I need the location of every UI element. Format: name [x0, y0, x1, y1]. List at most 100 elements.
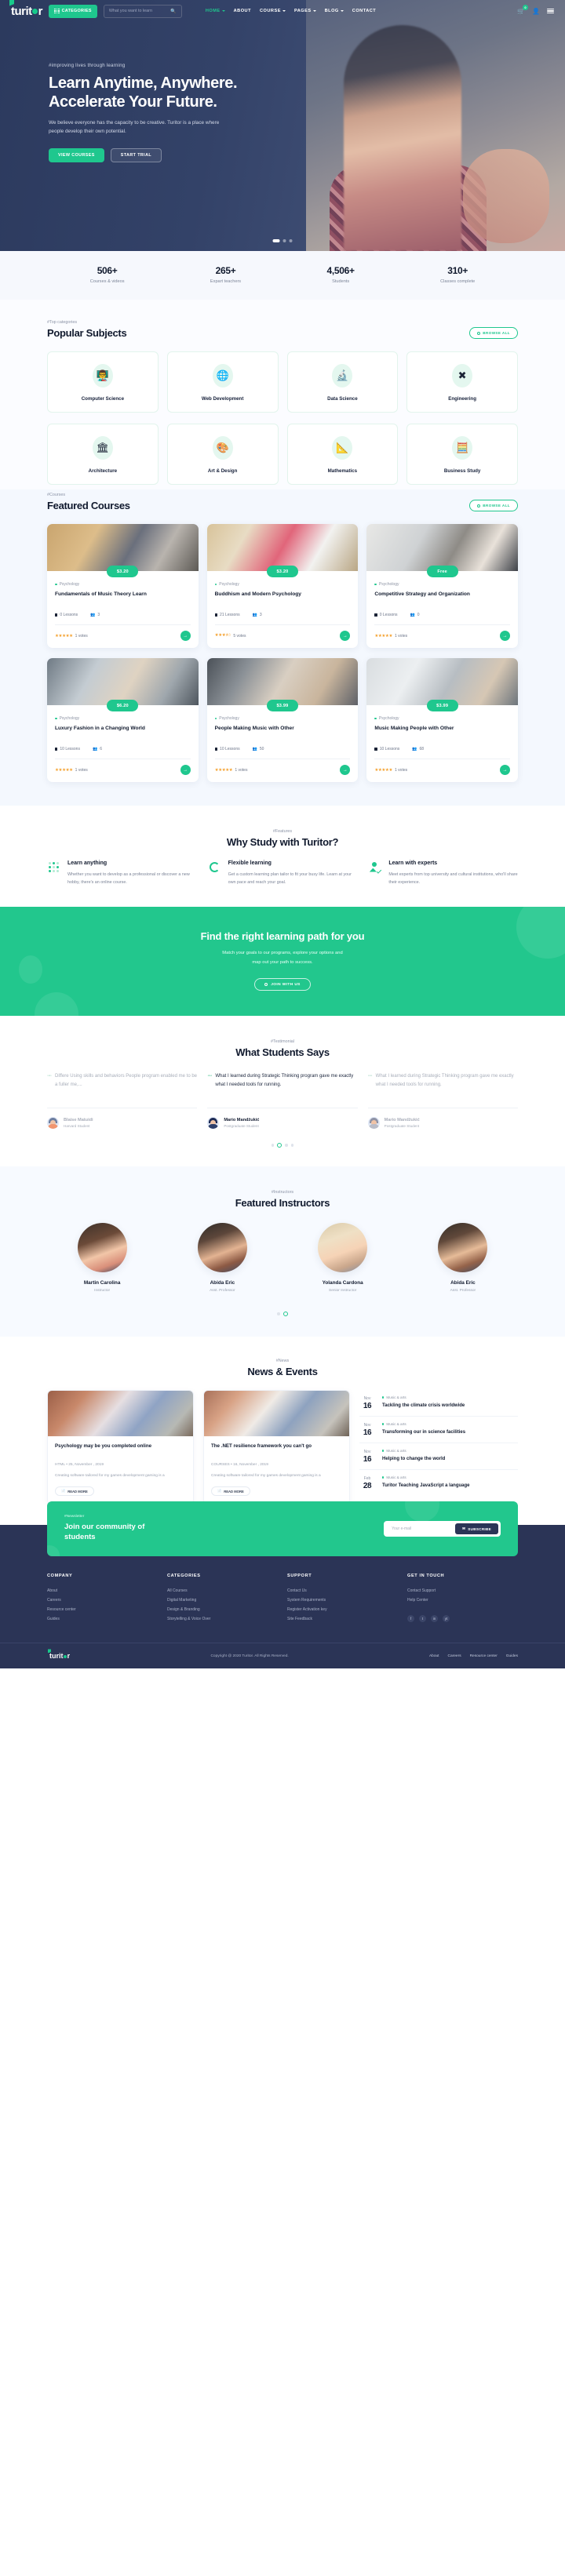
footer-link[interactable]: Design & Branding: [167, 1606, 278, 1615]
expert-user-check-icon: [368, 860, 382, 874]
ring-icon: [477, 504, 481, 508]
footer-link[interactable]: Resource center: [47, 1606, 158, 1615]
subject-card[interactable]: 🏛 Architecture: [47, 424, 159, 485]
subject-card[interactable]: ✖ Engineering: [406, 351, 518, 413]
footer-link[interactable]: Storytelling & Voice Over: [167, 1615, 278, 1625]
architecture-icon: 🏛: [92, 436, 113, 460]
footer-link[interactable]: Contact Support: [407, 1587, 518, 1596]
course-arrow-icon[interactable]: →: [500, 631, 510, 641]
course-card[interactable]: $6.20 Psychology Luxury Fashion in a Cha…: [47, 658, 199, 782]
stars-icon: ★★★⯨☆: [214, 633, 231, 638]
user-account-icon[interactable]: 👤: [532, 8, 540, 15]
page-title: Learn Anytime, Anywhere. Accelerate Your…: [49, 75, 314, 111]
logo-text-start: turit: [11, 4, 32, 18]
subscribe-button[interactable]: ✉ SUBSCRIBE: [455, 1523, 498, 1535]
course-arrow-icon[interactable]: →: [180, 631, 191, 641]
dots-icon: [47, 860, 60, 874]
search-input[interactable]: [108, 9, 171, 13]
footer-link[interactable]: Register Activation key: [287, 1606, 398, 1615]
hero-title-line1: Learn Anytime, Anywhere.: [49, 75, 238, 92]
cart-icon[interactable]: 🛒 0: [517, 4, 529, 15]
twitter-icon[interactable]: t: [419, 1614, 426, 1622]
browse-label: BROWSE ALL: [483, 504, 510, 508]
instructor-card[interactable]: Abida Eric Asst. Professor: [408, 1223, 518, 1293]
footer-link[interactable]: Help Center: [407, 1596, 518, 1606]
join-with-us-button[interactable]: JOIN WITH US: [254, 978, 311, 991]
categories-button[interactable]: CATEGORIES: [49, 4, 97, 18]
course-arrow-icon[interactable]: →: [180, 765, 191, 775]
subject-card[interactable]: 🌐 Web Development: [166, 351, 279, 413]
course-arrow-icon[interactable]: →: [340, 631, 351, 641]
course-arrow-icon[interactable]: →: [500, 765, 510, 775]
footer-link[interactable]: Digital Marketing: [167, 1596, 278, 1606]
computer-science-icon: 👨‍🏫: [92, 364, 113, 387]
course-arrow-icon[interactable]: →: [340, 765, 351, 775]
footer-bottom-link[interactable]: Resource center: [470, 1654, 498, 1658]
main-nav: HOME ABOUT COURSE PAGES BLOG CONTACT: [206, 9, 376, 13]
search-box[interactable]: 🔍: [103, 4, 182, 18]
hero-carousel-dots[interactable]: [272, 239, 293, 242]
news-thumbnail: [204, 1391, 350, 1437]
nav-item-about[interactable]: ABOUT: [234, 9, 251, 13]
email-field[interactable]: [386, 1526, 456, 1532]
subscribe-form: ✉ SUBSCRIBE: [384, 1521, 501, 1537]
subject-card[interactable]: 🔬 Data Science: [286, 351, 399, 413]
course-card[interactable]: $3.20 Psychology Buddhism and Modern Psy…: [206, 524, 359, 648]
event-title: Tackling the climate crisis worldwide: [382, 1403, 465, 1409]
web-development-icon: 🌐: [212, 364, 233, 387]
footer-link[interactable]: Site Feedback: [287, 1615, 398, 1625]
nav-item-home[interactable]: HOME: [206, 9, 225, 13]
linkedin-icon[interactable]: in: [431, 1614, 438, 1622]
event-item[interactable]: Nov 16 Music & arts Tackling the climate …: [359, 1390, 518, 1416]
testimonial-carousel-dots[interactable]: [47, 1143, 518, 1148]
subject-card[interactable]: 🧮 Business Study: [406, 424, 518, 485]
instructor-carousel-dots[interactable]: [47, 1312, 518, 1317]
footer-link[interactable]: Careers: [47, 1596, 158, 1606]
cta-text: Match your goals to our programs, explor…: [222, 951, 343, 965]
search-icon[interactable]: 🔍: [170, 9, 176, 14]
footer-bottom-link[interactable]: Guides: [506, 1654, 518, 1658]
nav-item-contact[interactable]: CONTACT: [352, 9, 376, 13]
footer-bottom-link[interactable]: About: [429, 1654, 439, 1658]
news-card[interactable]: The .NET resilience framework you can't …: [203, 1390, 351, 1505]
view-courses-button[interactable]: VIEW COURSES: [49, 147, 104, 162]
course-card[interactable]: $3.20 Psychology Fundamentals of Music T…: [47, 524, 199, 648]
course-category: Psychology: [374, 716, 510, 721]
event-item[interactable]: Feb 28 Music & arts Turitor Teaching Java…: [359, 1469, 518, 1496]
instructor-card[interactable]: Yolanda Cardona Senior Instructor: [288, 1223, 398, 1293]
browse-all-courses-button[interactable]: BROWSE ALL: [469, 500, 518, 511]
course-card[interactable]: $3.99 Psychology People Making Music wit…: [206, 658, 359, 782]
menu-icon[interactable]: [547, 8, 554, 14]
subjects-grid: 👨‍🏫 Computer Science 🌐 Web Development 🔬 Da…: [47, 351, 518, 485]
nav-item-blog[interactable]: BLOG: [325, 9, 344, 13]
instructor-card[interactable]: Martin Carolina Instructor: [47, 1223, 157, 1293]
footer-link[interactable]: System Requirements: [287, 1596, 398, 1606]
read-more-button[interactable]: 📄 READ MORE: [211, 1486, 250, 1497]
subject-card[interactable]: 🎨 Art & Design: [166, 424, 279, 485]
start-trial-button[interactable]: START TRIAL: [110, 147, 162, 162]
course-thumbnail: $3.99: [206, 658, 359, 711]
browse-all-subjects-button[interactable]: BROWSE ALL: [469, 327, 518, 339]
footer-logo[interactable]: turit r: [47, 1649, 70, 1660]
facebook-icon[interactable]: f: [407, 1614, 414, 1622]
subject-card[interactable]: 📐 Mathematics: [286, 424, 399, 485]
nav-item-course[interactable]: COURSE: [260, 9, 286, 13]
news-card[interactable]: Psychology may be you completed online H…: [47, 1390, 194, 1505]
course-card[interactable]: Free Psychology Competitive Strategy and…: [366, 524, 518, 648]
instructor-card[interactable]: Abida Eric Asst. Professor: [167, 1223, 277, 1293]
event-item[interactable]: Nov 16 Music & arts Transforming our in s…: [359, 1416, 518, 1443]
data-science-icon: 🔬: [332, 364, 353, 387]
course-card[interactable]: $3.99 Psychology Music Making People wit…: [366, 658, 518, 782]
footer-link[interactable]: Guides: [47, 1615, 158, 1625]
subject-card[interactable]: 👨‍🏫 Computer Science: [47, 351, 159, 413]
youtube-icon[interactable]: yt: [443, 1614, 450, 1622]
doc-icon: 📄: [217, 1489, 222, 1494]
footer-link[interactable]: All Courses: [167, 1587, 278, 1596]
footer-bottom-link[interactable]: Careers: [448, 1654, 461, 1658]
event-item[interactable]: Nov 16 Music & arts Helping to change the…: [359, 1443, 518, 1469]
logo[interactable]: turit r: [8, 0, 43, 18]
nav-item-pages[interactable]: PAGES: [294, 9, 316, 13]
footer-link[interactable]: Contact Us: [287, 1587, 398, 1596]
footer-link[interactable]: About: [47, 1587, 158, 1596]
read-more-button[interactable]: 📄 READ MORE: [55, 1486, 94, 1497]
